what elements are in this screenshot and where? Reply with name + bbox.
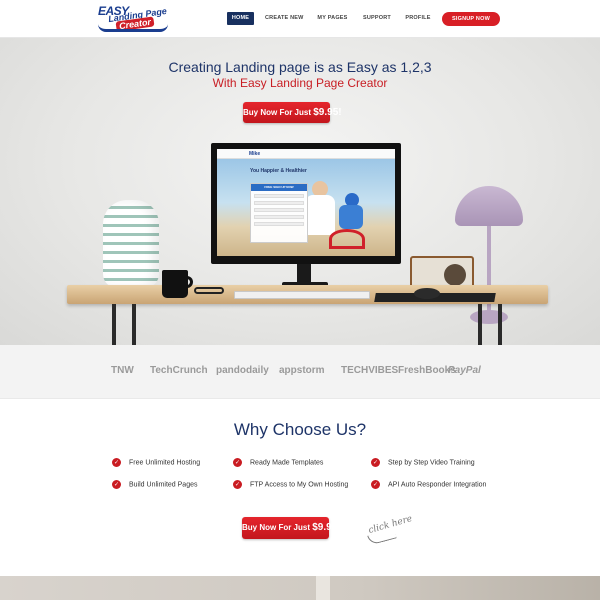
why-choose-title: Why Choose Us?: [233, 420, 367, 439]
feature-item: ✓ FTP Access to My Own Hosting: [233, 480, 348, 490]
striped-vase: [103, 200, 159, 288]
nav-my-pages[interactable]: MY PAGES: [316, 12, 349, 25]
feature-label: Build Unlimited Pages: [129, 481, 198, 489]
desk-lamp-shade: [455, 186, 523, 226]
screen-headline: You Happier & Healthier: [250, 168, 307, 174]
check-icon: ✓: [112, 480, 121, 489]
lamp-pole: [487, 226, 491, 318]
hero-subtitle: With Easy Landing Page Creator: [212, 76, 388, 90]
feature-label: API Auto Responder Integration: [388, 481, 487, 489]
press-logo-appstorm: appstorm: [279, 365, 325, 376]
desk-leg: [132, 304, 136, 345]
check-icon: ✓: [233, 480, 242, 489]
feature-item: ✓ Build Unlimited Pages: [112, 480, 197, 490]
check-icon: ✓: [371, 480, 380, 489]
press-logos-strip: TNW TechCrunch pandodaily appstorm TECHV…: [0, 345, 600, 399]
feature-item: ✓ Free Unlimited Hosting: [112, 458, 200, 468]
screen-form-field: [254, 201, 304, 205]
buy-button-price: $9.95!: [312, 522, 341, 533]
desk-leg: [112, 304, 116, 345]
feature-label: FTP Access to My Own Hosting: [250, 481, 349, 489]
nav-support[interactable]: SUPPORT: [362, 12, 392, 25]
desk-leg: [478, 304, 482, 345]
buy-button-label: Buy Now For Just: [242, 523, 311, 532]
screen-bike: [329, 229, 365, 249]
press-logo-pandodaily: pandodaily: [216, 365, 269, 376]
feature-label: Free Unlimited Hosting: [129, 459, 201, 467]
screen-signup-form: FREE SIGN UP NOW: [250, 183, 308, 243]
bottom-buy-button[interactable]: Buy Now For Just $9.95!: [242, 517, 341, 539]
feature-item: ✓ Ready Made Templates: [233, 458, 323, 468]
check-icon: ✓: [233, 458, 242, 467]
logo-swoosh: [98, 24, 168, 32]
desktop-monitor: Mike You Happier & Healthier FREE SIGN U…: [211, 143, 401, 264]
check-icon: ✓: [112, 458, 121, 467]
radio-dial: [444, 264, 466, 286]
keyboard: [234, 291, 370, 299]
press-logo-tnw: TNW: [111, 365, 134, 376]
monitor-screen: Mike You Happier & Healthier FREE SIGN U…: [217, 149, 395, 256]
screen-form-field: [254, 194, 304, 198]
site-header: EASY Landing Page Creator HOME CREATE NE…: [0, 0, 600, 38]
signup-button[interactable]: SIGNUP NOW: [442, 12, 500, 26]
feature-item: ✓ Step by Step Video Training: [371, 458, 475, 468]
screen-child-body: [339, 205, 363, 229]
press-logo-techcrunch: TechCrunch: [150, 365, 208, 376]
screen-form-field: [254, 215, 304, 219]
check-icon: ✓: [371, 458, 380, 467]
feature-label: Ready Made Templates: [250, 459, 324, 467]
screen-logo: Mike: [249, 151, 261, 157]
feature-item: ✓ API Auto Responder Integration: [371, 480, 486, 490]
hero-title: Creating Landing page is as Easy as 1,2,…: [168, 59, 432, 75]
nav-profile[interactable]: PROFILE: [404, 12, 432, 25]
section-image-column: [316, 576, 330, 600]
buy-button-price: $9.95!: [313, 107, 342, 118]
feature-label: Step by Step Video Training: [388, 459, 475, 467]
press-logo-techvibes: TECHVIBES: [341, 365, 399, 376]
computer-mouse: [414, 288, 440, 299]
nav-home[interactable]: HOME: [227, 12, 254, 25]
hero-section: Creating Landing page is as Easy as 1,2,…: [0, 38, 600, 345]
lamp-base: [470, 310, 508, 324]
desk-leg: [498, 304, 502, 345]
nav-create-new[interactable]: CREATE NEW: [265, 12, 303, 25]
hero-buy-button[interactable]: Buy Now For Just $9.95!: [243, 102, 342, 123]
next-section-preview: [0, 576, 600, 600]
screen-form-field: [254, 222, 304, 226]
site-logo[interactable]: EASY Landing Page Creator: [98, 4, 176, 34]
screen-person-body: [305, 195, 335, 235]
screen-form-field: [254, 208, 304, 212]
screen-form-header: FREE SIGN UP NOW: [251, 184, 307, 191]
screen-topbar: Mike: [217, 149, 395, 159]
press-logo-paypal: PayPal: [448, 365, 481, 376]
buy-button-label: Buy Now For Just: [243, 108, 312, 117]
eyeglasses: [194, 287, 224, 294]
